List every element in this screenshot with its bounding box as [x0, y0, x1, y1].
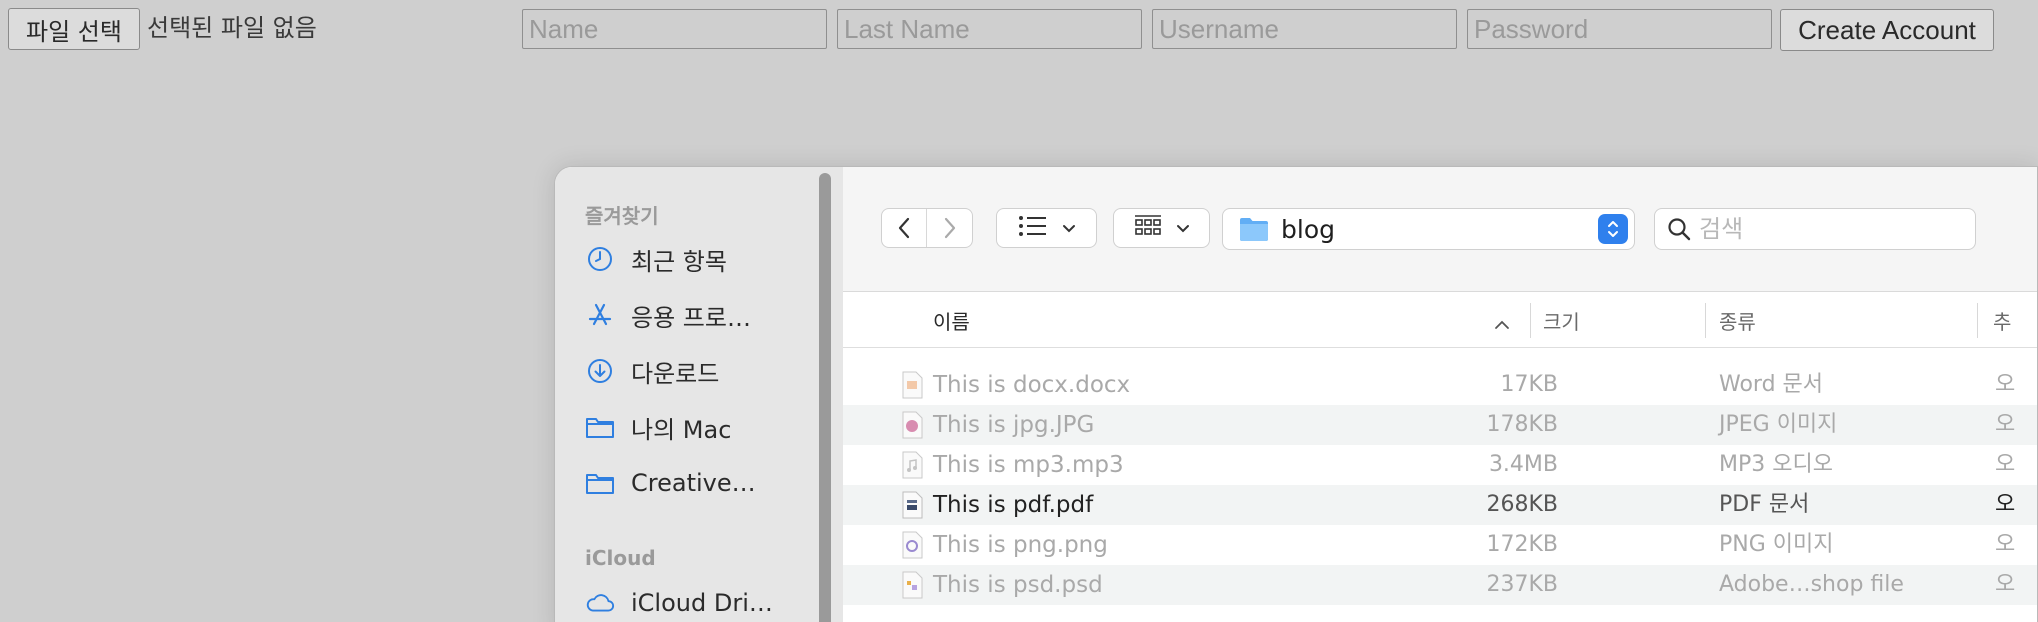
- pdf-file-icon: [898, 491, 926, 519]
- signup-form: 파일 선택 선택된 파일 없음 Create Account: [0, 0, 2038, 60]
- sidebar-item-label: 최근 항목: [631, 247, 727, 276]
- file-name: This is png.png: [933, 532, 1108, 558]
- sidebar-item-label: 다운로드: [631, 359, 720, 388]
- download-icon: [585, 356, 615, 386]
- sidebar-item-my-mac[interactable]: 나의 Mac: [585, 407, 805, 447]
- file-status-text: 선택된 파일 없음: [147, 14, 317, 42]
- sidebar-item-icloud-drive[interactable]: iCloud Dri…: [585, 583, 805, 622]
- file-size: 172KB: [1486, 532, 1558, 557]
- current-folder-label: blog: [1281, 214, 1335, 244]
- sort-ascending-icon: [1494, 315, 1510, 334]
- file-kind: Adobe…shop file: [1719, 572, 1904, 597]
- column-divider[interactable]: [1530, 303, 1531, 338]
- nav-button-group: [881, 208, 973, 248]
- file-extra: 오: [1995, 572, 2016, 597]
- file-size: 178KB: [1486, 412, 1558, 437]
- column-header-extra[interactable]: 추: [1993, 293, 2011, 348]
- file-row: This is docx.docx 17KB Word 문서 오: [843, 365, 2037, 405]
- file-name: This is mp3.mp3: [933, 452, 1124, 478]
- list-icon: [1018, 215, 1048, 241]
- folder-icon: [1239, 216, 1269, 242]
- file-size: 237KB: [1486, 572, 1558, 597]
- file-size: 268KB: [1486, 492, 1558, 517]
- sidebar-item-label: iCloud Dri…: [631, 589, 773, 617]
- search-field[interactable]: [1654, 208, 1976, 250]
- file-kind: JPEG 이미지: [1719, 412, 1838, 437]
- column-divider[interactable]: [1977, 303, 1978, 338]
- file-kind: PDF 문서: [1719, 492, 1810, 517]
- choose-file-button[interactable]: 파일 선택: [8, 8, 140, 50]
- file-kind: MP3 오디오: [1719, 452, 1833, 477]
- file-kind: Word 문서: [1719, 372, 1824, 397]
- file-extra: 오: [1995, 372, 2016, 397]
- folder-icon: [585, 468, 615, 498]
- sidebar-item-label: Creative…: [631, 469, 756, 497]
- file-row: This is jpg.JPG 178KB JPEG 이미지 오: [843, 405, 2037, 445]
- file-row-selectable[interactable]: This is pdf.pdf 268KB PDF 문서 오: [843, 485, 2037, 525]
- file-row: This is mp3.mp3 3.4MB MP3 오디오 오: [843, 445, 2037, 485]
- file-row: This is png.png 172KB PNG 이미지 오: [843, 525, 2037, 565]
- png-file-icon: [898, 531, 926, 559]
- mp3-file-icon: [898, 451, 926, 479]
- last-name-input[interactable]: [837, 9, 1142, 49]
- column-header-name[interactable]: 이름: [933, 293, 970, 348]
- chevron-down-icon: [1062, 219, 1076, 238]
- file-row: This is psd.psd 237KB Adobe…shop file 오: [843, 565, 2037, 605]
- up-down-chevron-icon: [1598, 214, 1628, 244]
- sidebar-item-creative[interactable]: Creative…: [585, 463, 805, 503]
- file-extra: 오: [1995, 412, 2016, 437]
- search-icon: [1667, 217, 1691, 241]
- forward-icon[interactable]: [927, 209, 972, 247]
- dialog-sidebar: 즐겨찾기 최근 항목 응용 프로… 다운로드 나의 Mac Creative… …: [555, 167, 843, 622]
- dialog-toolbar: blog: [843, 167, 2037, 292]
- list-view-button[interactable]: [996, 208, 1097, 248]
- icloud-heading: iCloud: [585, 546, 656, 570]
- cloud-icon: [585, 588, 615, 618]
- psd-file-icon: [898, 571, 926, 599]
- file-size: 17KB: [1500, 372, 1558, 397]
- column-header-kind[interactable]: 종류: [1719, 293, 1756, 348]
- file-browser-pane: blog 이름 크기 종류 추: [843, 167, 2037, 622]
- password-input[interactable]: [1467, 9, 1772, 49]
- file-extra: 오: [1995, 452, 2016, 477]
- file-name: This is pdf.pdf: [933, 492, 1094, 518]
- sidebar-item-applications[interactable]: 응용 프로…: [585, 295, 805, 335]
- sidebar-scrollbar[interactable]: [819, 173, 831, 622]
- file-size: 3.4MB: [1488, 452, 1558, 477]
- folder-path-select[interactable]: blog: [1222, 208, 1635, 250]
- docx-file-icon: [898, 371, 926, 399]
- column-header-size[interactable]: 크기: [1543, 293, 1580, 348]
- grid-icon: [1134, 214, 1162, 242]
- folder-icon: [585, 412, 615, 442]
- file-open-dialog: 즐겨찾기 최근 항목 응용 프로… 다운로드 나의 Mac Creative… …: [554, 166, 2038, 622]
- back-icon[interactable]: [882, 209, 928, 247]
- column-divider[interactable]: [1705, 303, 1706, 338]
- sidebar-item-recents[interactable]: 최근 항목: [585, 239, 805, 279]
- file-extra: 오: [1995, 492, 2016, 517]
- file-kind: PNG 이미지: [1719, 532, 1834, 557]
- app-store-icon: [585, 300, 615, 330]
- create-account-button[interactable]: Create Account: [1780, 9, 1994, 51]
- file-name: This is docx.docx: [933, 372, 1131, 398]
- file-name: This is psd.psd: [933, 572, 1103, 598]
- search-input[interactable]: [1699, 215, 1939, 243]
- clock-icon: [585, 244, 615, 274]
- sidebar-item-label: 나의 Mac: [631, 415, 732, 444]
- group-view-button[interactable]: [1113, 208, 1210, 248]
- sidebar-item-label: 응용 프로…: [631, 303, 751, 332]
- sidebar-item-downloads[interactable]: 다운로드: [585, 351, 805, 391]
- jpg-file-icon: [898, 411, 926, 439]
- username-input[interactable]: [1152, 9, 1457, 49]
- file-extra: 오: [1995, 532, 2016, 557]
- name-input[interactable]: [522, 9, 827, 49]
- favorites-heading: 즐겨찾기: [585, 204, 659, 228]
- chevron-down-icon: [1176, 219, 1190, 238]
- file-name: This is jpg.JPG: [933, 412, 1095, 438]
- column-header-row: 이름 크기 종류 추: [843, 293, 2037, 348]
